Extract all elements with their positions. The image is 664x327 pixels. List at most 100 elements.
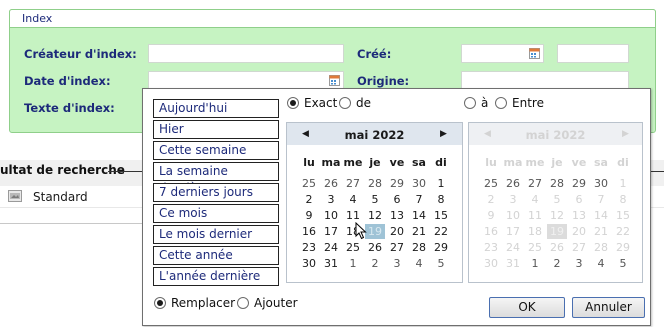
exact-label[interactable]: Exact (304, 96, 337, 110)
calendar-icon[interactable] (329, 75, 340, 86)
calendar-day[interactable]: 29 (431, 240, 451, 255)
weekday-header: lu (303, 156, 315, 169)
calendar-day[interactable]: 12 (365, 208, 385, 223)
calendar-day[interactable]: 16 (299, 224, 319, 239)
calendar-day: 14 (594, 209, 608, 222)
calendar-day: 27 (572, 241, 586, 254)
calendar-day[interactable]: 17 (321, 224, 341, 239)
preset-last-month[interactable]: Le mois dernier (153, 225, 279, 244)
calendar-day[interactable]: 5 (365, 192, 385, 207)
calendar-day[interactable]: 27 (343, 176, 363, 191)
calendar-day[interactable]: 3 (387, 256, 407, 271)
weekday-header: ve (389, 156, 405, 169)
calendar-day: 11 (528, 209, 542, 222)
calendar-day[interactable]: 21 (409, 224, 429, 239)
calendar-day: 5 (619, 257, 627, 270)
calendar-day[interactable]: 11 (343, 208, 363, 223)
calendar-day[interactable]: 7 (409, 192, 429, 207)
calendar-day: 25 (484, 177, 498, 190)
calendar-day: 19 (547, 224, 567, 239)
replace-label[interactable]: Remplacer (171, 296, 235, 310)
calendar-day[interactable]: 3 (321, 192, 341, 207)
calendar-left[interactable]: ◀ mai 2022 ▶ lu ma me je ve sa di 25 26 27 28 29 30 1… (286, 122, 463, 283)
calendar-day[interactable]: 25 (299, 176, 319, 191)
preset-last-week[interactable]: La semaine dernière (153, 162, 279, 195)
calendar-right: ◀ mai 2022 ▶ lu ma me je ve sa di 25 26 27 28 29 30 1… (468, 122, 643, 283)
index-panel-title-bar: Index (9, 9, 656, 28)
profile-icon (8, 190, 22, 202)
created-label: Créé: (357, 47, 392, 61)
add-radio[interactable] (237, 297, 249, 309)
creator-input[interactable] (148, 44, 344, 63)
calendar-day: 9 (487, 209, 495, 222)
calendar-day[interactable]: 2 (365, 256, 385, 271)
calendar-day[interactable]: 26 (321, 176, 341, 191)
preset-last-7-days[interactable]: 7 derniers jours (153, 183, 279, 202)
calendar-day[interactable]: 4 (343, 192, 363, 207)
calendar-day[interactable]: 13 (387, 208, 407, 223)
calendar-day: 10 (506, 209, 520, 222)
ok-button[interactable]: OK (489, 297, 565, 318)
from-label[interactable]: de (356, 96, 371, 110)
index-panel-title: Index (22, 12, 53, 25)
calendar-day[interactable]: 14 (409, 208, 429, 223)
calendar-day[interactable]: 10 (321, 208, 341, 223)
calendar-day[interactable]: 1 (431, 176, 451, 191)
weekday-header: je (369, 156, 381, 169)
calendar-day[interactable]: 28 (409, 240, 429, 255)
calendar-day[interactable]: 1 (343, 256, 363, 271)
calendar-day[interactable]: 26 (365, 240, 385, 255)
between-label[interactable]: Entre (512, 96, 544, 110)
calendar-day[interactable]: 19 (365, 224, 385, 239)
preset-this-year[interactable]: Cette année (153, 246, 279, 265)
calendar-day[interactable]: 22 (431, 224, 451, 239)
calendar-day: 3 (575, 257, 583, 270)
calendar-day: 28 (594, 241, 608, 254)
calendar-day[interactable]: 30 (299, 256, 319, 271)
calendar-day[interactable]: 27 (387, 240, 407, 255)
preset-this-week[interactable]: Cette semaine (153, 141, 279, 160)
calendar-day: 29 (616, 241, 630, 254)
created-from-input[interactable] (461, 44, 544, 63)
results-row-label[interactable]: Standard (33, 190, 88, 204)
calendar-day: 27 (528, 177, 542, 190)
calendar-day[interactable]: 30 (409, 176, 429, 191)
calendar-day[interactable]: 24 (321, 240, 341, 255)
cancel-button[interactable]: Annuler (572, 297, 645, 318)
exact-radio[interactable] (287, 97, 299, 109)
calendar-icon[interactable] (529, 48, 540, 59)
calendar-day[interactable]: 4 (409, 256, 429, 271)
weekday-header: lu (485, 156, 497, 169)
replace-radio[interactable] (154, 297, 166, 309)
to-label[interactable]: à (481, 96, 488, 110)
from-radio[interactable] (339, 97, 351, 109)
calendar-day[interactable]: 31 (321, 256, 341, 271)
calendar-day[interactable]: 5 (431, 256, 451, 271)
between-radio[interactable] (495, 97, 507, 109)
weekday-header: sa (412, 156, 426, 169)
calendar-day: 6 (575, 193, 583, 206)
preset-today[interactable]: Aujourd'hui (153, 99, 279, 118)
calendar-day[interactable]: 20 (387, 224, 407, 239)
calendar-day[interactable]: 9 (299, 208, 319, 223)
calendar-day[interactable]: 8 (431, 192, 451, 207)
calendar-day[interactable]: 15 (431, 208, 451, 223)
calendar-day[interactable]: 23 (299, 240, 319, 255)
next-month-icon[interactable]: ▶ (440, 129, 447, 139)
weekday-header: ve (571, 156, 587, 169)
preset-last-year[interactable]: L'année dernière (153, 267, 279, 286)
created-to-input[interactable] (557, 44, 629, 63)
preset-this-month[interactable]: Ce mois (153, 204, 279, 223)
calendar-day: 1 (619, 177, 627, 190)
to-radio[interactable] (464, 97, 476, 109)
calendar-day: 2 (487, 193, 495, 206)
calendar-day[interactable]: 6 (387, 192, 407, 207)
preset-yesterday[interactable]: Hier (153, 120, 279, 139)
calendar-day: 31 (506, 257, 520, 270)
calendar-day[interactable]: 2 (299, 192, 319, 207)
calendar-day[interactable]: 28 (365, 176, 385, 191)
calendar-day: 4 (597, 257, 605, 270)
weekday-header: ma (321, 156, 341, 169)
add-label[interactable]: Ajouter (254, 296, 298, 310)
calendar-day[interactable]: 29 (387, 176, 407, 191)
